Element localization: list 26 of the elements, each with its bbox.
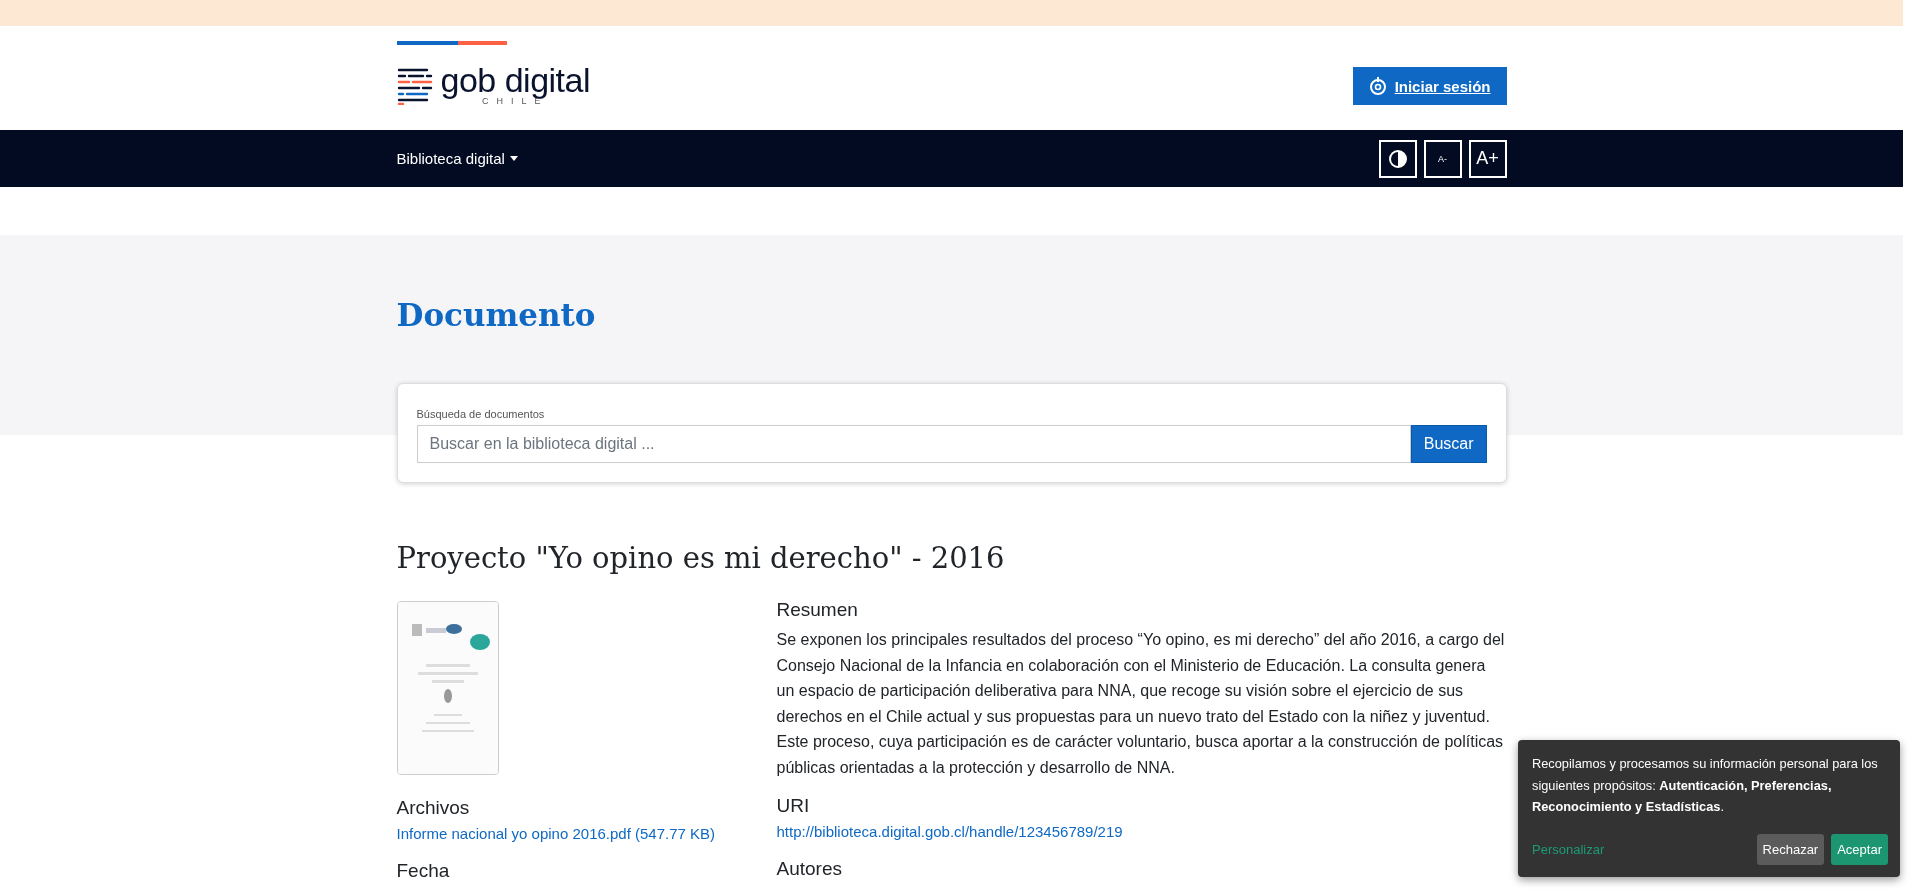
accept-button[interactable]: Aceptar xyxy=(1831,833,1888,865)
abstract-text: Se exponen los principales resultados del proceso “Yo opino, es mi derecho” del año 2016, a cargo del Consejo Nacional de la Infancia en colaboración con el Ministerio de Educación. La consulta genera un espacio de participación deliberativa para NNA, que recoge su visión sobre el ejercicio de sus derechos en el Chile actual y sus propuestas para un nuevo trato del Estado con la niñez y juventud. Este proceso, cuya participación es de carácter voluntario, busca aportar a la construcción de políticas públicas orientadas a la protección y desarrollo de NNA. xyxy=(776,630,1506,778)
library-menu[interactable]: Biblioteca digital xyxy=(396,150,518,167)
search-button[interactable]: Buscar xyxy=(1410,425,1487,463)
power-icon xyxy=(1368,76,1387,96)
search-label: Búsqueda de documentos xyxy=(416,408,546,420)
file-link[interactable]: Informe nacional yo opino 2016.pdf (547.77 KB) xyxy=(396,825,716,842)
uri-link[interactable]: http://biblioteca.digital.gob.cl/handle/123456789/219 xyxy=(776,822,1123,840)
reject-button[interactable]: Rechazar xyxy=(1756,833,1825,865)
authors-heading: Autores xyxy=(776,857,843,880)
cookie-message: Recopilamos y procesamos su información personal para los siguientes propósitos: Autenticación, Preferencias, Reconocimiento y Estadísticas. xyxy=(1532,755,1879,816)
decrease-text-button[interactable]: A- xyxy=(1423,139,1462,178)
uri-heading: URI xyxy=(776,794,811,817)
page-title: Documento xyxy=(396,296,597,333)
lines-logo-icon xyxy=(396,66,433,105)
files-heading: Archivos xyxy=(396,797,471,819)
increase-text-button[interactable]: A+ xyxy=(1468,139,1507,178)
customize-link[interactable]: Personalizar xyxy=(1532,841,1605,857)
abstract-heading: Resumen xyxy=(776,599,859,621)
contrast-button[interactable] xyxy=(1378,139,1417,178)
contrast-icon xyxy=(1387,148,1408,169)
caret-icon xyxy=(509,156,518,161)
search-field[interactable]: Buscar en la biblioteca digital ... xyxy=(416,425,1411,463)
date-heading: Fecha xyxy=(396,860,451,882)
document-title: Proyecto "Yo opino es mi derecho" - 2016 xyxy=(396,541,1006,575)
login-button[interactable]: Iniciar sesión xyxy=(1352,67,1507,105)
